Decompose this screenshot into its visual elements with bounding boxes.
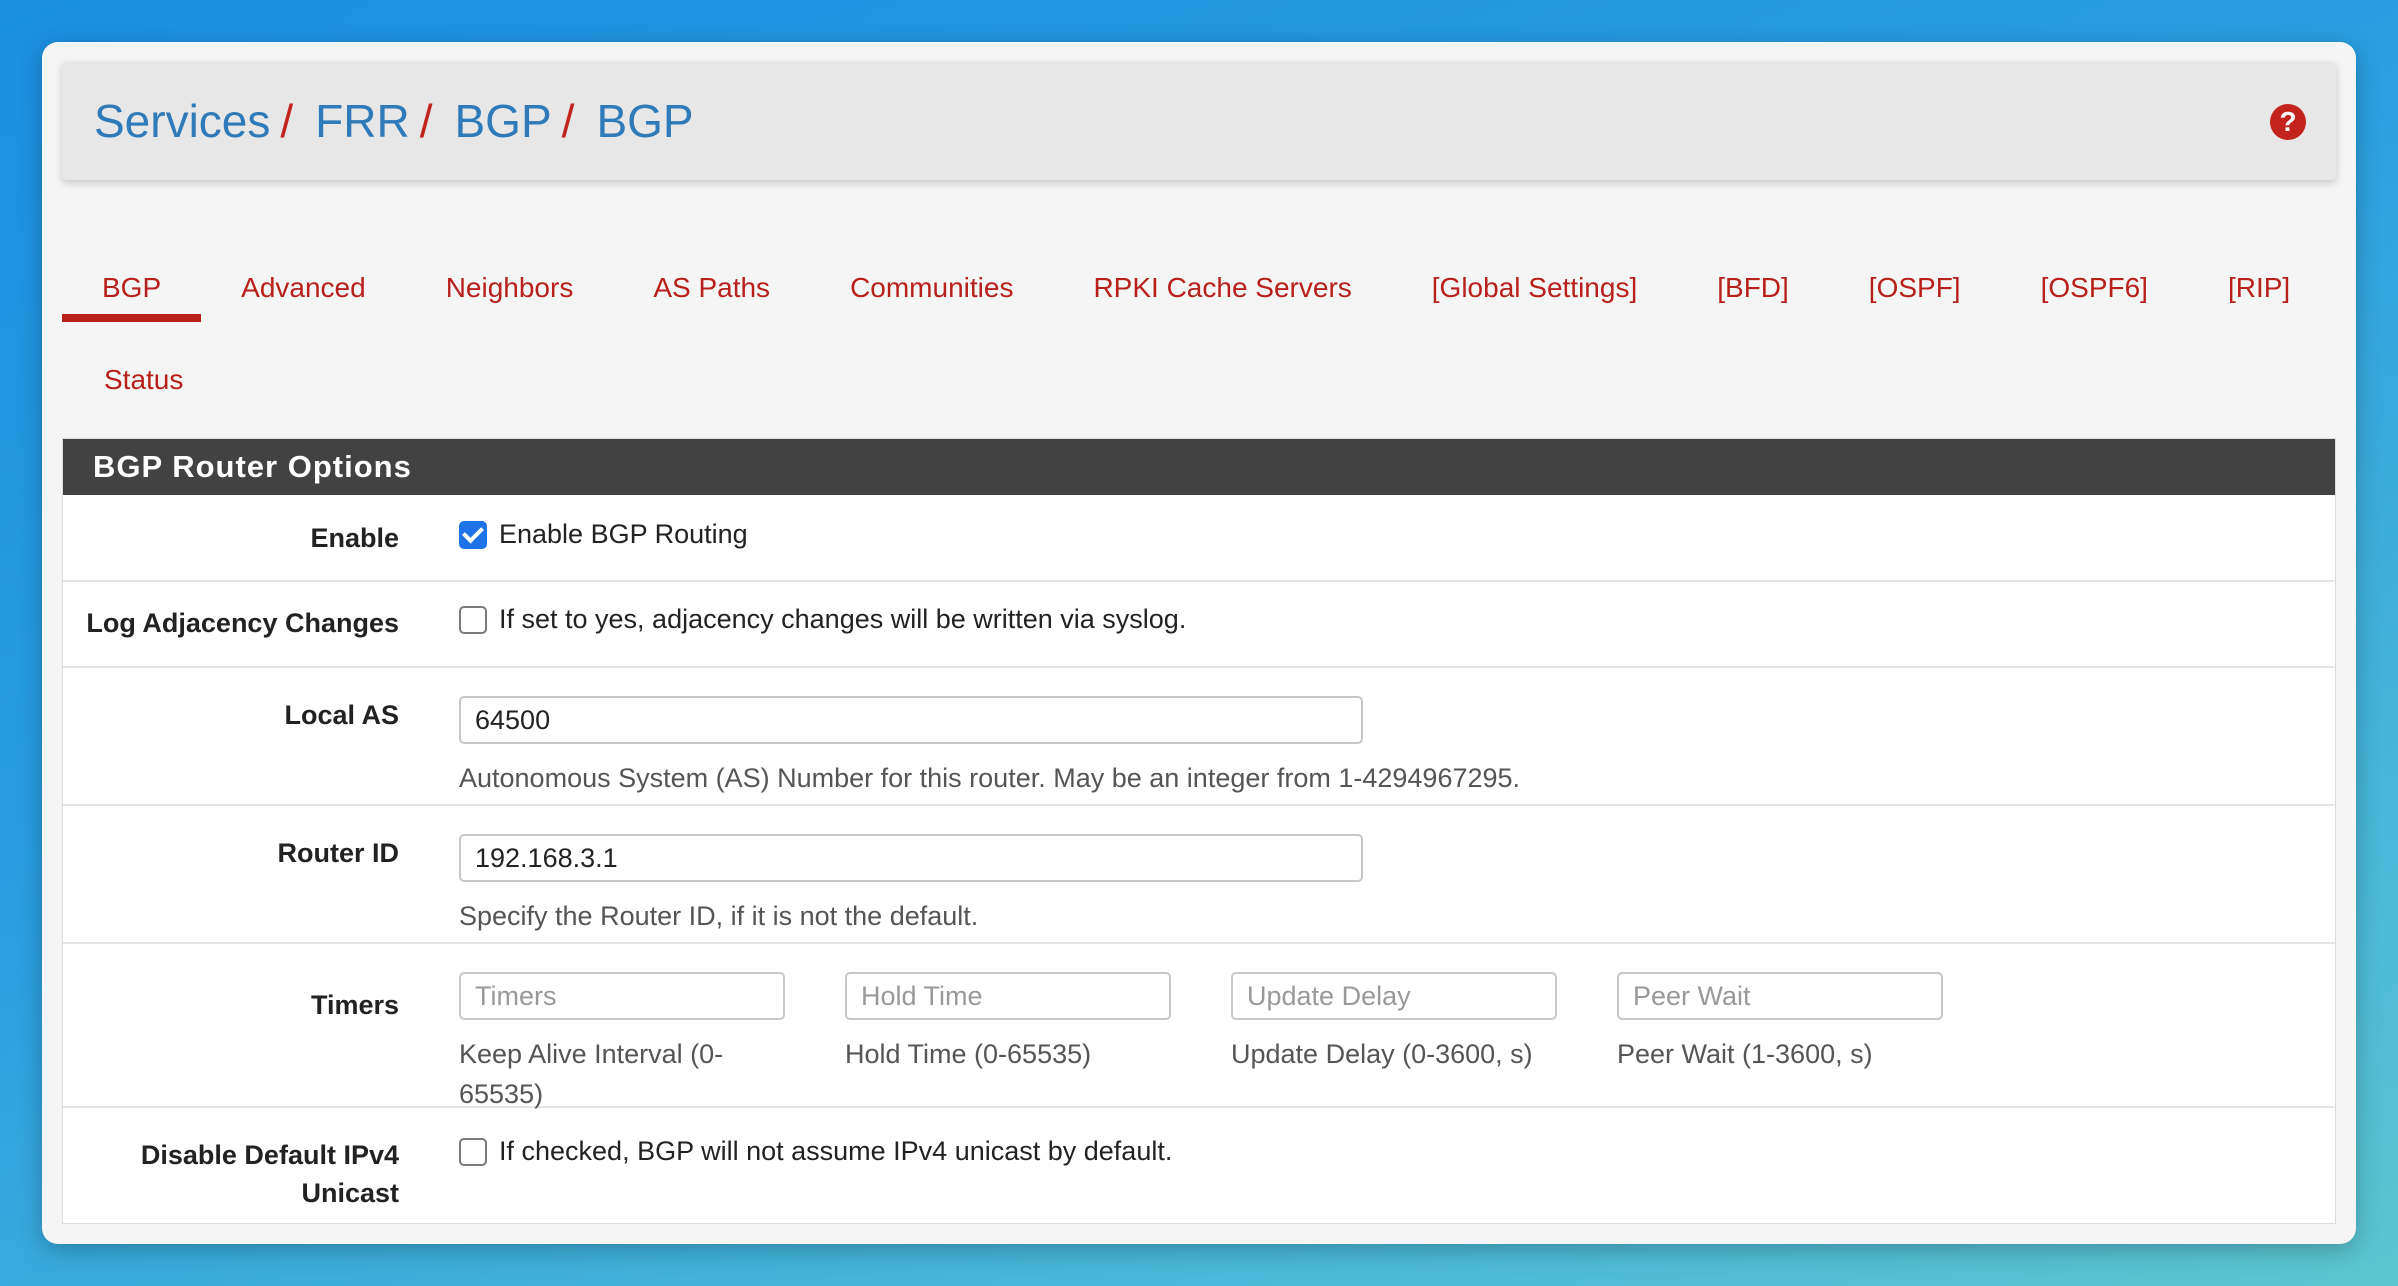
breadcrumb-separator: / bbox=[561, 95, 575, 147]
local-as-row: Local AS Autonomous System (AS) Number f… bbox=[63, 668, 2335, 806]
peer-wait-help: Peer Wait (1-3600, s) bbox=[1617, 1039, 1873, 1069]
keep-alive-input[interactable] bbox=[459, 972, 785, 1020]
tab-status[interactable]: Status bbox=[62, 322, 223, 412]
router-id-help: Specify the Router ID, if it is not the … bbox=[459, 901, 979, 931]
tab-ospf[interactable]: [OSPF] bbox=[1829, 224, 2001, 322]
breadcrumb-bgp-current[interactable]: BGP bbox=[596, 94, 693, 148]
breadcrumb-separator: / bbox=[419, 95, 433, 147]
router-id-input[interactable] bbox=[459, 834, 1363, 882]
timers-label: Timers bbox=[310, 990, 399, 1020]
enable-row: Enable Enable BGP Routing bbox=[63, 495, 2335, 582]
tab-global-settings[interactable]: [Global Settings] bbox=[1392, 224, 1677, 322]
enable-text: Enable BGP Routing bbox=[499, 519, 748, 549]
window: Services / FRR / BGP / BGP ? BGP Advance… bbox=[42, 42, 2356, 1244]
hold-time-help: Hold Time (0-65535) bbox=[845, 1039, 1092, 1069]
tab-advanced[interactable]: Advanced bbox=[201, 224, 406, 322]
log-adjacency-checkbox[interactable] bbox=[459, 605, 487, 634]
disable-ipv4-label: Disable Default IPv4 Unicast bbox=[140, 1140, 399, 1208]
bgp-router-options-panel: BGP Router Options Enable Enable BGP Rou… bbox=[62, 438, 2336, 1224]
disable-ipv4-checkbox[interactable] bbox=[459, 1137, 487, 1166]
log-adjacency-row: Log Adjacency Changes If set to yes, adj… bbox=[63, 582, 2335, 668]
breadcrumb: Services / FRR / BGP / BGP bbox=[94, 94, 694, 148]
tab-ospf6[interactable]: [OSPF6] bbox=[2001, 224, 2188, 322]
keep-alive-help: Keep Alive Interval (0-65535) bbox=[459, 1039, 724, 1109]
breadcrumb-separator: / bbox=[280, 95, 294, 147]
update-delay-help: Update Delay (0-3600, s) bbox=[1231, 1039, 1533, 1069]
disable-ipv4-row: Disable Default IPv4 Unicast If checked,… bbox=[63, 1108, 2335, 1228]
page-header: Services / FRR / BGP / BGP ? bbox=[62, 62, 2336, 180]
router-id-row: Router ID Specify the Router ID, if it i… bbox=[63, 806, 2335, 944]
local-as-label: Local AS bbox=[284, 700, 399, 730]
tab-bfd[interactable]: [BFD] bbox=[1677, 224, 1829, 322]
log-adjacency-text: If set to yes, adjacency changes will be… bbox=[499, 604, 1187, 634]
update-delay-input[interactable] bbox=[1231, 972, 1557, 1020]
timers-row: Timers Keep Alive Interval (0-65535) Hol… bbox=[63, 944, 2335, 1109]
tab-as-paths[interactable]: AS Paths bbox=[613, 224, 810, 322]
enable-checkbox[interactable] bbox=[459, 520, 487, 549]
tab-rip[interactable]: [RIP] bbox=[2188, 224, 2330, 322]
breadcrumb-bgp[interactable]: BGP bbox=[455, 94, 552, 148]
enable-label: Enable bbox=[310, 523, 399, 553]
local-as-help: Autonomous System (AS) Number for this r… bbox=[459, 763, 1521, 793]
log-adjacency-label: Log Adjacency Changes bbox=[86, 608, 399, 638]
local-as-input[interactable] bbox=[459, 696, 1363, 744]
breadcrumb-frr[interactable]: FRR bbox=[315, 94, 410, 148]
peer-wait-input[interactable] bbox=[1617, 972, 1943, 1020]
hold-time-input[interactable] bbox=[845, 972, 1171, 1020]
disable-ipv4-text: If checked, BGP will not assume IPv4 uni… bbox=[499, 1136, 1173, 1166]
tab-neighbors[interactable]: Neighbors bbox=[406, 224, 614, 322]
tab-communities[interactable]: Communities bbox=[810, 224, 1053, 322]
question-circle-icon[interactable]: ? bbox=[2270, 104, 2306, 140]
breadcrumb-services[interactable]: Services bbox=[94, 94, 270, 148]
tab-bar: BGP Advanced Neighbors AS Paths Communit… bbox=[62, 224, 2336, 412]
tab-rpki-cache-servers[interactable]: RPKI Cache Servers bbox=[1053, 224, 1391, 322]
router-id-label: Router ID bbox=[277, 838, 400, 868]
tab-bgp[interactable]: BGP bbox=[62, 224, 202, 322]
panel-title: BGP Router Options bbox=[63, 439, 2335, 495]
